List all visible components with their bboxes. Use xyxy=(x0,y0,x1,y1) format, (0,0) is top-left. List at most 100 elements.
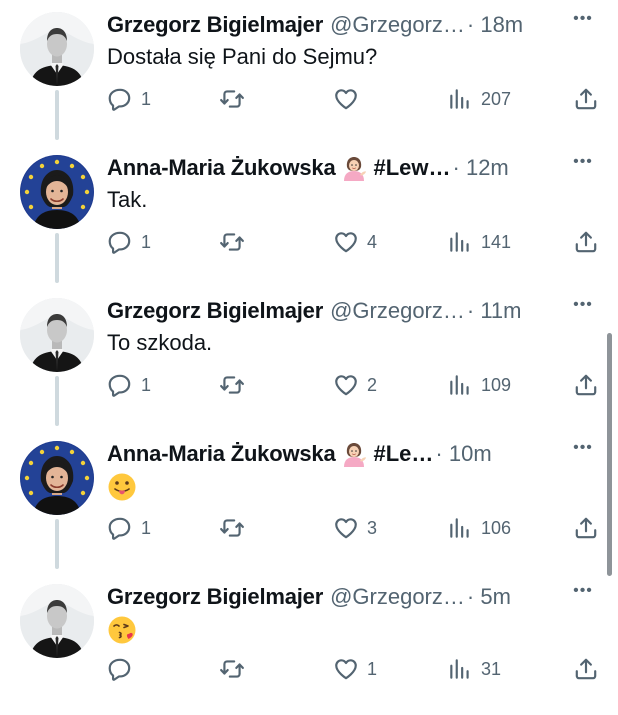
man-in-suit-avatar xyxy=(20,12,94,86)
author-name[interactable]: Anna-Maria Żukowska xyxy=(107,439,336,469)
author-name[interactable]: Grzegorz Bigielmajer xyxy=(107,296,323,326)
avatar[interactable] xyxy=(20,12,94,86)
tweet[interactable]: Anna-Maria Żukowska #Le… · 10m ••• 1 3 1… xyxy=(0,429,618,572)
bar-chart-icon xyxy=(447,229,473,255)
reply-icon xyxy=(107,372,133,398)
tweet-header: Grzegorz Bigielmajer @Grzegorz… · 18m xyxy=(107,10,587,40)
avatar[interactable] xyxy=(20,584,94,658)
author-hashtag[interactable]: #Lew… xyxy=(373,153,450,183)
views-button[interactable]: 207 xyxy=(447,84,511,114)
author-handle[interactable]: @Grzegorz… xyxy=(330,582,465,612)
bar-chart-icon xyxy=(447,372,473,398)
like-button[interactable]: 4 xyxy=(333,227,377,257)
like-count: 4 xyxy=(367,231,378,252)
tweet-header: Anna-Maria Żukowska #Lew… · 12m xyxy=(107,153,587,183)
retweet-button[interactable] xyxy=(219,84,253,114)
tweet[interactable]: Grzegorz Bigielmajer @Grzegorz… · 18m ••… xyxy=(0,0,618,143)
more-options-button[interactable]: ••• xyxy=(569,440,597,461)
woman-eu-flag-avatar xyxy=(20,441,94,515)
author-name[interactable]: Grzegorz Bigielmajer xyxy=(107,10,323,40)
tweet-text: Dostała się Pani do Sejmu? xyxy=(107,44,378,69)
reply-count: 1 xyxy=(141,517,152,538)
share-icon xyxy=(573,86,599,112)
views-button[interactable]: 141 xyxy=(447,227,511,257)
like-button[interactable]: 2 xyxy=(333,370,377,400)
view-count: 141 xyxy=(481,231,512,252)
author-name[interactable]: Grzegorz Bigielmajer xyxy=(107,582,323,612)
reply-button[interactable]: 1 xyxy=(107,370,151,400)
retweet-button[interactable] xyxy=(219,227,253,257)
avatar[interactable] xyxy=(20,441,94,515)
like-count: 2 xyxy=(367,374,378,395)
bar-chart-icon xyxy=(447,515,473,541)
heart-icon xyxy=(333,656,359,682)
avatar[interactable] xyxy=(20,298,94,372)
reply-count: 1 xyxy=(141,88,152,109)
reply-count: 1 xyxy=(141,231,152,252)
reply-icon xyxy=(107,515,133,541)
tweet-header: Grzegorz Bigielmajer @Grzegorz… · 11m xyxy=(107,296,587,326)
tweet-actions: 1 207 xyxy=(107,84,602,114)
view-count: 106 xyxy=(481,517,512,538)
reply-button[interactable]: 1 xyxy=(107,84,151,114)
share-button[interactable] xyxy=(573,227,599,257)
avatar[interactable] xyxy=(20,155,94,229)
author-handle[interactable]: @Grzegorz… xyxy=(330,10,465,40)
heart-icon xyxy=(333,372,359,398)
face-with-tongue-icon xyxy=(107,472,137,502)
tweet[interactable]: Grzegorz Bigielmajer @Grzegorz… · 11m ••… xyxy=(0,286,618,429)
views-button[interactable]: 109 xyxy=(447,370,511,400)
like-count: 3 xyxy=(367,517,378,538)
views-button[interactable]: 106 xyxy=(447,513,511,543)
share-button[interactable] xyxy=(573,370,599,400)
reply-icon xyxy=(107,656,133,682)
like-count: 1 xyxy=(367,658,378,679)
face-blowing-kiss-icon xyxy=(107,615,137,645)
view-count: 207 xyxy=(481,88,512,109)
reply-count: 1 xyxy=(141,374,152,395)
reply-button[interactable]: 1 xyxy=(107,513,151,543)
retweet-icon xyxy=(219,86,245,112)
conversation-thread: Grzegorz Bigielmajer @Grzegorz… · 18m ••… xyxy=(0,0,618,680)
more-options-button[interactable]: ••• xyxy=(569,11,597,32)
timestamp[interactable]: · 5m xyxy=(467,582,511,612)
author-name[interactable]: Anna-Maria Żukowska xyxy=(107,153,336,183)
share-button[interactable] xyxy=(573,84,599,114)
scrollbar[interactable] xyxy=(607,333,612,576)
retweet-button[interactable] xyxy=(219,513,253,543)
more-options-button[interactable]: ••• xyxy=(569,154,597,175)
tweet[interactable]: Anna-Maria Żukowska #Lew… · 12m ••• Tak.… xyxy=(0,143,618,286)
timestamp[interactable]: · 12m xyxy=(453,153,509,183)
share-icon xyxy=(573,372,599,398)
timestamp[interactable]: · 11m xyxy=(467,296,522,326)
share-icon xyxy=(573,656,599,682)
man-in-suit-avatar xyxy=(20,584,94,658)
tweet-actions: 1 4 141 xyxy=(107,227,602,257)
reply-icon xyxy=(107,86,133,112)
author-handle[interactable]: @Grzegorz… xyxy=(330,296,465,326)
more-options-button[interactable]: ••• xyxy=(569,297,597,318)
timestamp[interactable]: · 10m xyxy=(435,439,491,469)
tweet-actions: 1 3 106 xyxy=(107,513,602,543)
reply-button[interactable]: 1 xyxy=(107,227,151,257)
like-button[interactable]: 3 xyxy=(333,513,377,543)
view-count: 31 xyxy=(481,658,502,679)
tweet-header: Grzegorz Bigielmajer @Grzegorz… · 5m xyxy=(107,582,587,612)
share-button[interactable] xyxy=(573,513,599,543)
tweet-header: Anna-Maria Żukowska #Le… · 10m xyxy=(107,439,587,469)
tweet-text: To szkoda. xyxy=(107,330,213,355)
share-icon xyxy=(573,515,599,541)
bar-chart-icon xyxy=(447,656,473,682)
retweet-button[interactable] xyxy=(219,370,253,400)
timestamp[interactable]: · 18m xyxy=(467,10,523,40)
heart-icon xyxy=(333,86,359,112)
more-options-button[interactable]: ••• xyxy=(569,583,597,604)
tweet[interactable]: Grzegorz Bigielmajer @Grzegorz… · 5m •••… xyxy=(0,572,618,715)
man-in-suit-avatar xyxy=(20,298,94,372)
author-hashtag[interactable]: #Le… xyxy=(373,439,433,469)
like-button[interactable] xyxy=(333,84,367,114)
woman-tipping-hand-icon xyxy=(341,155,367,181)
woman-eu-flag-avatar xyxy=(20,155,94,229)
retweet-icon xyxy=(219,656,245,682)
share-icon xyxy=(573,229,599,255)
